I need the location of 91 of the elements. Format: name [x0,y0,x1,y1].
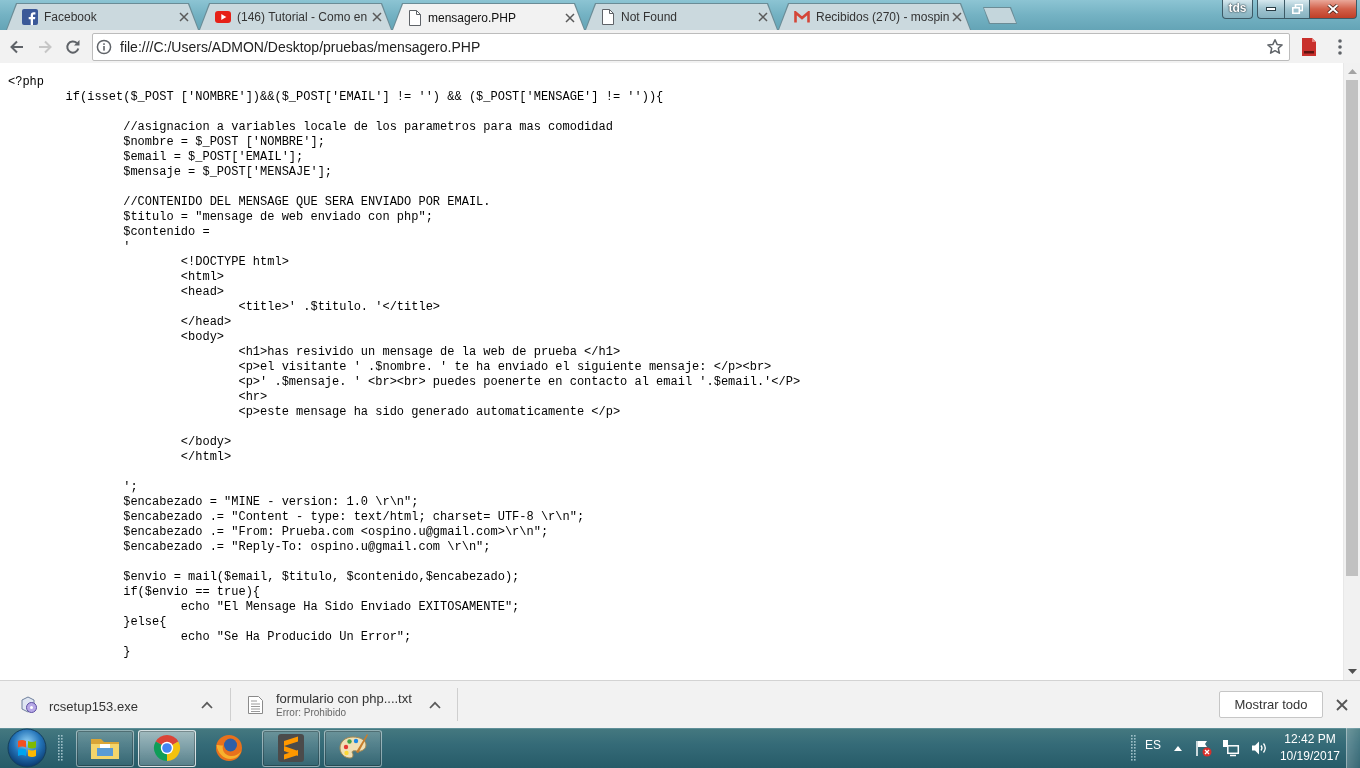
browser-tab[interactable]: mensagero.PHP [392,3,585,30]
code-line: $envio = mail($email, $titulo, $contenido,$encabezado); [122,570,520,585]
code-line: </body> [179,435,232,450]
code-line: <body> [179,330,225,345]
close-icon [1327,4,1339,14]
taskbar-button[interactable] [76,729,134,767]
caret-icon[interactable] [201,700,213,709]
fox-globe-icon [213,732,245,764]
code-line: } [122,645,131,660]
restore-icon [1291,4,1303,14]
show-desktop-button[interactable] [1346,728,1360,768]
code-line: <p>el visitante ' .$nombre. ' te ha enviado el siguiente mensaje: </p><br> [237,360,772,375]
code-line: <html> [179,270,225,285]
file-name[interactable]: rcsetup153.exe [49,699,201,714]
code-line: $encabezado = "MINE - version: 1.0 \r\n"; [122,495,419,510]
code-line: $contenido = [122,225,210,240]
start-orb-icon[interactable] [7,728,47,768]
network-icon[interactable] [1221,739,1240,757]
triangle-icon[interactable] [1173,745,1182,751]
code-line: $encabezado .= "From: Prueba.com <ospino.u@gmail.com>\r\n"; [122,525,549,540]
restore-button[interactable] [1284,0,1310,19]
code-line: <?php [8,75,44,90]
play-logo-icon [215,11,231,23]
close-icon[interactable] [952,12,963,22]
grip-icon [57,734,63,762]
file-name[interactable]: formulario con php....txt [276,691,429,706]
browser-tab[interactable]: (146) Tutorial - Como en [199,3,392,30]
code-line: <head> [179,285,225,300]
code-line: <hr> [237,390,268,405]
package-icon [20,695,38,714]
download-status: Error: Prohibido [276,707,348,718]
scroll-down-icon[interactable] [1347,669,1357,674]
address-field[interactable]: file:///C:/Users/ADMON/Desktop/pruebas/mensagero.PHP [92,32,1290,61]
speaker-icon[interactable] [1249,739,1268,757]
close-icon[interactable] [179,12,189,22]
code-line: <p>' .$mensaje. ' <br><br> puedes poenerte en contacto al email '.$email.'</P> [237,375,801,390]
info-icon[interactable] [96,38,112,55]
code-line: //CONTENIDO DEL MENSAGE QUE SERA ENVIADO POR EMAIL. [122,195,491,210]
close-button[interactable] [1310,0,1357,19]
code-line: </html> [179,450,232,465]
code-line: $encabezado .= "Reply-To: ospino.u@gmail.com \r\n"; [122,540,491,555]
browser-tab[interactable]: Recibidos (270) - mospin [778,3,971,30]
code-line: echo "Se Ha Producido Un Error"; [179,630,412,645]
code-line: }else{ [122,615,167,630]
scroll-thumb[interactable] [1346,80,1358,576]
minimize-icon [1266,7,1276,11]
clock-time[interactable]: 12:42 PM [1284,731,1336,748]
clock-date[interactable]: 10/19/2017 [1279,748,1340,765]
m-logo-icon [794,11,810,23]
page-icon[interactable] [1300,36,1318,57]
code-line: if(isset($_POST ['NOMBRE'])&&($_POST['EMAIL'] != '') && ($_POST['MENSAGE'] != '')){ [64,90,664,105]
close-icon[interactable] [565,12,575,23]
code-line: $email = $_POST['EMAIL']; [122,150,304,165]
code-line: <!DOCTYPE html> [179,255,289,270]
ring-logo-icon [151,732,183,764]
document-icon [601,9,615,25]
code-line: ' [122,240,131,255]
s-logo-icon [275,732,307,764]
browser-tab[interactable]: Not Found [585,3,778,30]
close-icon[interactable] [372,12,382,22]
code-line: <h1>has resivido un mensage de la web de prueba </h1> [237,345,621,360]
url-text: file:///C:/Users/ADMON/Desktop/pruebas/mensagero.PHP [120,38,482,55]
f-logo-icon [22,9,38,25]
code-line: echo "El Mensage Ha Sido Enviado EXITOSAMENTE"; [179,600,520,615]
close-icon[interactable] [1336,698,1348,711]
code-line: $encabezado .= "Content - type: text/html; charset= UTF-8 \r\n"; [122,510,585,525]
language-indicator[interactable]: ES [1144,738,1161,752]
taskbar-button[interactable] [138,729,196,767]
scrollbar[interactable] [1343,63,1360,680]
star-icon[interactable] [1266,37,1284,56]
code-line: </head> [179,315,232,330]
code-line: //asignacion a variables locale de los parametros para mas comodidad [122,120,613,135]
code-line: $nombre = $_POST ['NOMBRE']; [122,135,325,150]
code-line: $mensaje = $_POST['MENSAJE']; [122,165,333,180]
code-line: '; [122,480,138,495]
document-icon [408,9,422,26]
menu-icon[interactable] [1338,38,1342,55]
code-line: <title>' .$titulo. '</title> [237,300,441,315]
caret-icon[interactable] [429,700,441,709]
code-line: if($envio == true){ [122,585,261,600]
code-line: $titulo = "mensage de web enviado con php"; [122,210,433,225]
grip-icon [1129,734,1136,762]
browser-tab[interactable]: Facebook [6,3,199,30]
text-file-icon [248,695,263,714]
flag-error-icon[interactable] [1193,739,1212,757]
taskbar-button[interactable] [262,729,320,767]
minimize-button[interactable] [1257,0,1284,19]
taskbar-button[interactable] [324,729,382,767]
show-all-button[interactable]: Mostrar todo [1219,691,1323,718]
close-icon[interactable] [758,12,768,22]
code-line: <p>este mensage ha sido generado automaticamente </p> [237,405,621,420]
